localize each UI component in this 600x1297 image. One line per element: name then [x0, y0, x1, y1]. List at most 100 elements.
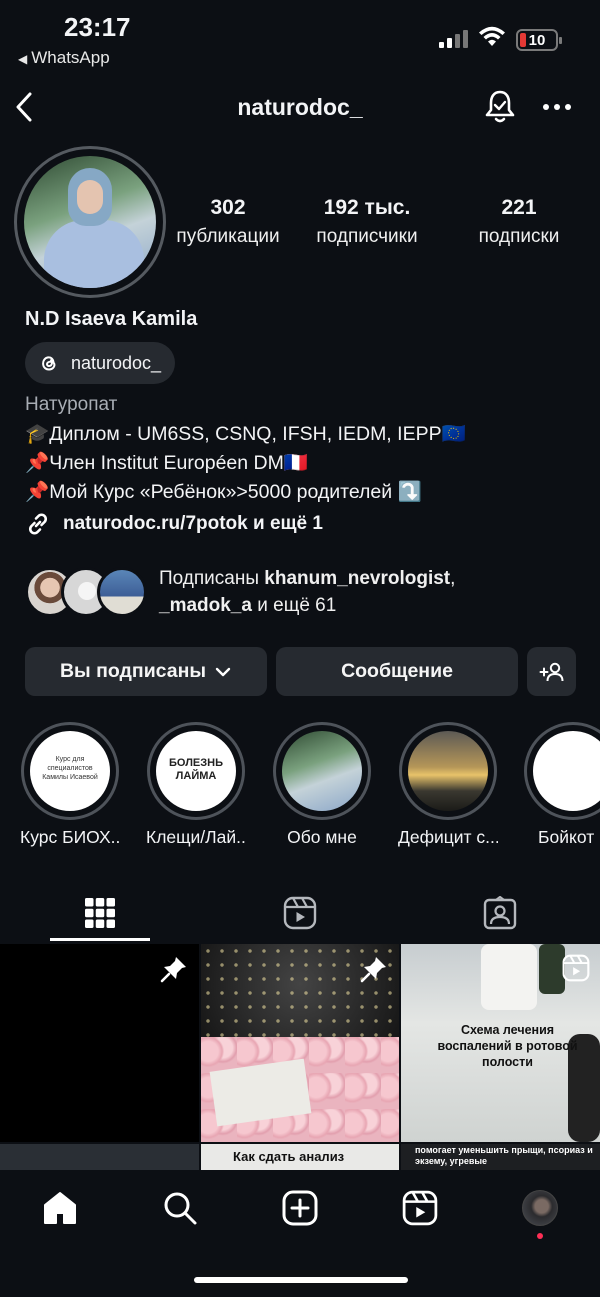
back-triangle-icon: ◀ — [18, 52, 28, 66]
highlight-label: Курс БИОХ... — [20, 827, 120, 847]
posts-count[interactable]: 302 публикации — [166, 196, 290, 248]
highlight-cover: БОЛЕЗНЬ ЛАЙМА — [156, 731, 236, 811]
stat-label: подписчики — [316, 226, 418, 247]
back-app-label: WhatsApp — [31, 48, 110, 67]
highlight-cover — [282, 731, 362, 811]
profile-link[interactable]: naturodoc.ru/7potok и ещё 1 — [25, 511, 323, 537]
highlight-cover: Курс для специалистов Камилы Исаевой — [30, 731, 110, 811]
battery-icon: 10 — [516, 29, 562, 51]
message-button-label: Сообщение — [341, 660, 453, 682]
cellular-signal-icon — [439, 30, 468, 48]
stat-label: публикации — [176, 226, 280, 247]
more-count: ещё 61 — [273, 595, 337, 616]
mutual-followers[interactable]: Подписаны khanum_nevrologist, _madok_a и… — [25, 565, 455, 619]
profile-avatar[interactable] — [14, 146, 166, 298]
threads-badge[interactable]: naturodoc_ — [25, 342, 176, 384]
stat-value: 192 тыс. — [323, 196, 411, 219]
post-tile[interactable]: Схема лечения воспалений в ротовой полос… — [401, 944, 600, 1142]
highlight-label: Бойкот — [538, 827, 595, 847]
search-icon[interactable] — [162, 1190, 198, 1226]
status-time: 23:17 — [64, 12, 131, 42]
pinned-icon — [360, 957, 386, 983]
reels-icon — [283, 896, 317, 930]
post-caption-text: Схема лечения воспалений в ротовой полос… — [437, 1023, 578, 1069]
grid-icon — [85, 898, 115, 928]
status-bar: 23:17 ◀ WhatsApp 10 — [0, 0, 600, 80]
following-count[interactable]: 221 подписки — [444, 196, 594, 248]
following-button-label: Вы подписаны — [59, 660, 207, 682]
tab-reels[interactable] — [200, 884, 400, 942]
link-icon — [28, 513, 48, 535]
post-tile[interactable] — [201, 944, 399, 1142]
pinned-icon — [160, 957, 186, 983]
notification-dot — [537, 1233, 543, 1239]
post-tile[interactable] — [0, 944, 199, 1142]
highlight-ring: БОЛЕЗНЬ ЛАЙМА — [147, 722, 245, 820]
highlight-item[interactable]: Курс для специалистов Камилы Исаевой Кур… — [20, 722, 120, 848]
battery-level: 10 — [528, 32, 546, 49]
display-name: N.D Isaeva Kamila — [25, 308, 198, 330]
highlight-item[interactable]: Обо мне — [272, 722, 372, 848]
stat-value: 302 — [210, 196, 246, 219]
following-button[interactable]: Вы подписаны — [25, 647, 267, 696]
back-to-app-link[interactable]: ◀ WhatsApp — [18, 48, 110, 68]
more-options-icon[interactable] — [540, 90, 574, 124]
post-tile[interactable]: помогает уменьшить прыщи, псориаз и экзе… — [401, 1144, 600, 1170]
highlight-ring — [524, 722, 600, 820]
add-person-icon — [539, 662, 563, 681]
highlight-cover — [533, 731, 600, 811]
suggest-people-button[interactable] — [527, 647, 576, 696]
separator: , — [450, 568, 456, 589]
threads-icon — [42, 356, 56, 371]
profile-link-text: naturodoc.ru/7potok и ещё 1 — [63, 513, 323, 534]
profile-tabs — [0, 884, 600, 942]
bio-line: 📌Член Institut Européen DM🇫🇷 — [25, 452, 309, 474]
notification-bell-icon[interactable] — [482, 88, 518, 126]
highlight-label: Дефицит с... — [398, 827, 498, 847]
post-caption-text: Как сдать анализ — [233, 1149, 345, 1164]
active-tab-indicator — [50, 938, 150, 941]
highlight-item[interactable]: БОЛЕЗНЬ ЛАЙМА Клещи/Лай... — [146, 722, 246, 848]
profile-header: naturodoc_ — [0, 84, 600, 130]
followers-count[interactable]: 192 тыс. подписчики — [290, 196, 444, 248]
highlight-ring — [399, 722, 497, 820]
bio-line: 🎓Диплом - UM6SS, CSNQ, IFSH, IEDM, IEPP🇪… — [25, 423, 466, 445]
stat-value: 221 — [501, 196, 537, 219]
highlight-item[interactable]: Бойкот — [524, 722, 600, 848]
highlight-ring — [273, 722, 371, 820]
mutual-followers-text: Подписаны khanum_nevrologist, _madok_a и… — [159, 565, 455, 619]
mutual-user-2[interactable]: _madok_a — [159, 595, 252, 616]
highlight-cover-text: Курс для специалистов Камилы Исаевой — [42, 756, 98, 781]
mutual-follower-avatar — [97, 567, 147, 617]
home-icon[interactable] — [42, 1190, 78, 1226]
highlight-cover — [408, 731, 488, 811]
reel-indicator-icon — [562, 954, 590, 982]
profile-stats: 302 публикации 192 тыс. подписчики 221 п… — [166, 196, 600, 248]
profile-category: Натуропат — [25, 394, 118, 415]
chevron-down-icon — [215, 667, 231, 676]
stat-label: подписки — [478, 226, 560, 247]
home-indicator — [194, 1277, 408, 1283]
profile-bio: 🎓Диплом - UM6SS, CSNQ, IFSH, IEDM, IEPP🇪… — [25, 420, 466, 507]
highlight-item[interactable]: Дефицит с... — [398, 722, 498, 848]
wifi-icon — [479, 26, 505, 46]
threads-handle: naturodoc_ — [71, 352, 162, 373]
posts-grid-row-2: Как сдать анализ помогает уменьшить прыщ… — [0, 1144, 600, 1170]
highlight-label: Клещи/Лай... — [146, 827, 246, 847]
create-post-icon[interactable] — [282, 1190, 318, 1226]
reels-nav-icon[interactable] — [402, 1190, 438, 1226]
profile-nav-avatar[interactable] — [522, 1190, 558, 1226]
post-tile[interactable] — [0, 1144, 199, 1170]
highlight-ring: Курс для специалистов Камилы Исаевой — [21, 722, 119, 820]
profile-photo — [24, 156, 156, 288]
tab-posts-grid[interactable] — [0, 884, 200, 942]
message-button[interactable]: Сообщение — [276, 647, 518, 696]
post-tile[interactable]: Как сдать анализ — [201, 1144, 399, 1170]
tagged-icon — [483, 896, 517, 930]
and-text: и — [251, 595, 274, 616]
post-caption-text: помогает уменьшить прыщи, псориаз и экзе… — [415, 1145, 593, 1166]
highlight-label: Обо мне — [287, 827, 357, 847]
tab-tagged[interactable] — [400, 884, 600, 942]
mutual-user-1[interactable]: khanum_nevrologist — [264, 568, 450, 589]
bio-line: 📌Мой Курс «Ребёнок»>5000 родителей ⤵️ — [25, 481, 422, 503]
